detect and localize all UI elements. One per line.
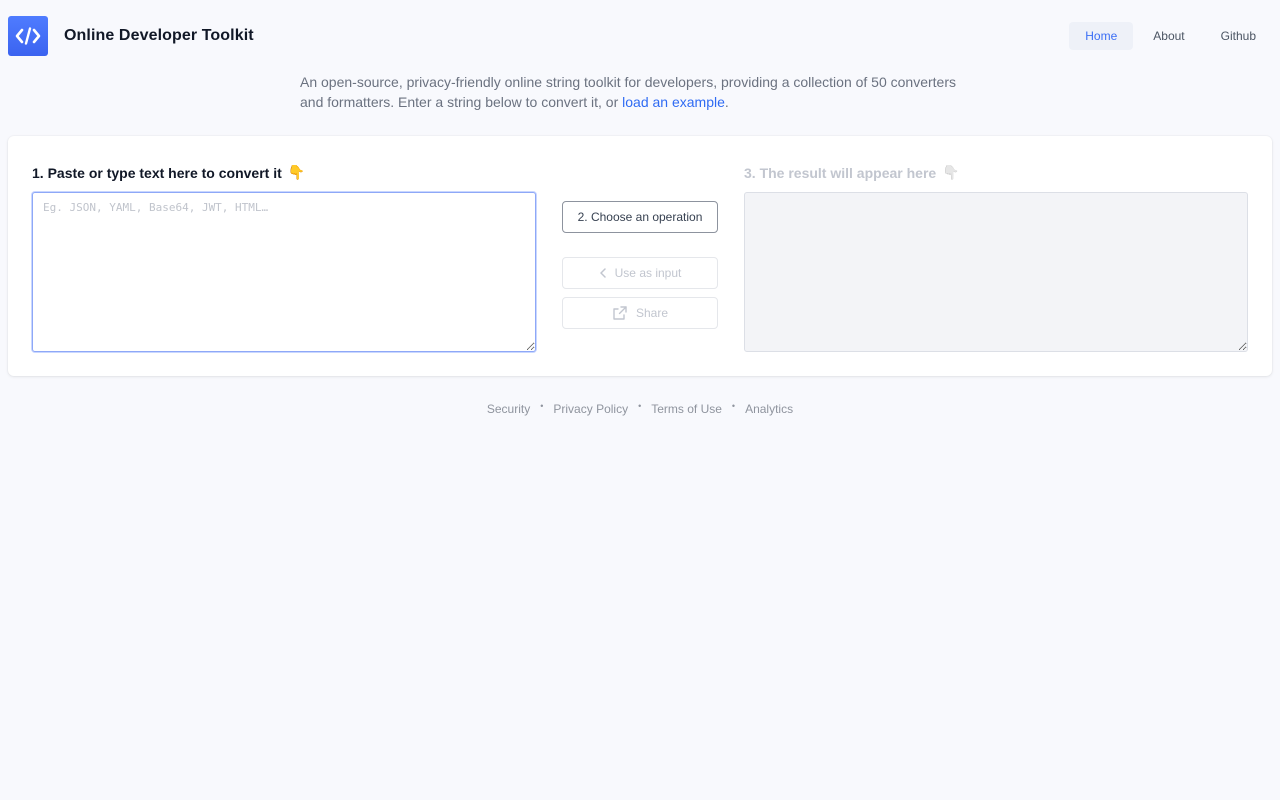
nav-item-about[interactable]: About	[1137, 22, 1200, 50]
share-label: Share	[635, 306, 669, 320]
top-bar: Online Developer Toolkit Home About Gith…	[0, 0, 1280, 72]
converter-card: 1. Paste or type text here to convert it…	[8, 136, 1272, 376]
pointing-down-icon: 👇	[287, 164, 306, 180]
external-link-icon	[613, 306, 627, 320]
nav-item-home[interactable]: Home	[1069, 22, 1134, 50]
footer-link-security[interactable]: Security	[487, 402, 530, 416]
intro-text: An open-source, privacy-friendly online …	[300, 72, 980, 112]
use-as-input-button[interactable]: Use as input	[562, 257, 718, 289]
footer-link-privacy-policy[interactable]: Privacy Policy	[553, 402, 628, 416]
footer-separator: •	[540, 401, 544, 411]
pointing-down-icon: 👇	[942, 164, 960, 180]
load-example-link[interactable]: load an example	[622, 94, 725, 110]
input-textarea[interactable]	[32, 192, 536, 352]
intro-text-after-link: .	[724, 94, 729, 110]
input-label: 1. Paste or type text here to convert it…	[32, 164, 305, 181]
footer-link-analytics[interactable]: Analytics	[745, 402, 793, 416]
result-label-text: 3. The result will appear here	[744, 164, 937, 181]
use-as-input-label: Use as input	[614, 266, 682, 280]
footer: Security • Privacy Policy • Terms of Use…	[0, 401, 1280, 416]
main-nav: Home About Github	[1069, 22, 1272, 50]
nav-item-github[interactable]: Github	[1205, 22, 1272, 50]
chevron-left-icon	[599, 268, 606, 278]
result-label: 3. The result will appear here 👇	[744, 164, 960, 181]
result-textarea[interactable]	[744, 192, 1248, 352]
footer-separator: •	[731, 401, 736, 411]
footer-separator: •	[638, 401, 642, 411]
choose-operation-button[interactable]: 2. Choose an operation	[562, 201, 718, 233]
app-logo[interactable]	[8, 16, 48, 56]
input-label-text: 1. Paste or type text here to convert it	[32, 164, 282, 181]
share-button[interactable]: Share	[562, 297, 718, 329]
code-brackets-icon	[15, 27, 41, 45]
app-title[interactable]: Online Developer Toolkit	[64, 27, 254, 45]
footer-link-terms-of-use[interactable]: Terms of Use	[651, 402, 722, 416]
